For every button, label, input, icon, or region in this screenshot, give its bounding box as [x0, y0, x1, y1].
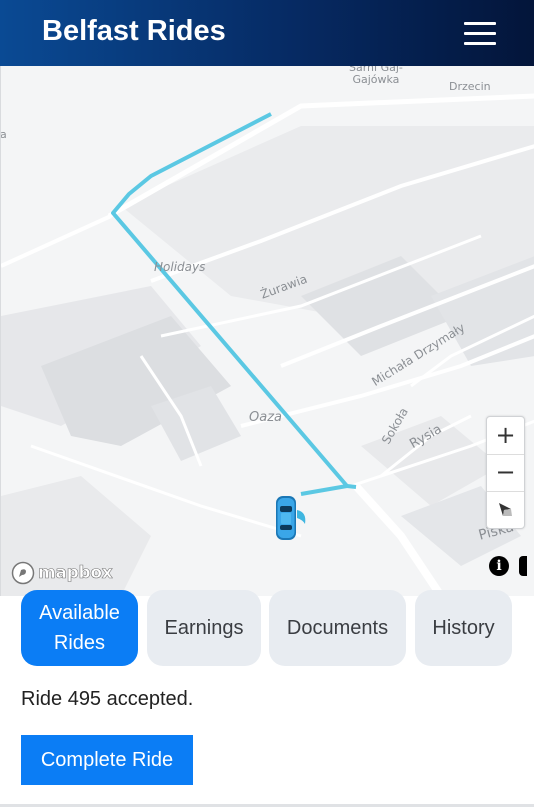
map-view[interactable]: Sarni Gaj- Gajówka Drzecin na Holidays Ż… [0, 66, 534, 596]
attribution-info-icon[interactable]: i [489, 556, 509, 576]
map-label-oaza: Oaza [249, 410, 282, 425]
mapbox-mark-icon [11, 561, 35, 585]
tab-documents[interactable]: Documents [269, 590, 406, 666]
complete-ride-button[interactable]: Complete Ride [21, 735, 193, 785]
app-title: Belfast Rides [42, 15, 226, 47]
car-icon[interactable] [273, 494, 311, 544]
map-label-holidays: Holidays [154, 260, 206, 274]
tab-earnings[interactable]: Earnings [147, 590, 261, 666]
mapbox-logo[interactable]: mapbox [11, 560, 113, 586]
tab-history[interactable]: History [415, 590, 512, 666]
compass-reset-button[interactable] [487, 491, 524, 528]
ride-status-text: Ride 495 accepted. [21, 688, 194, 710]
zoom-out-button[interactable]: − [487, 454, 524, 491]
tab-available-rides[interactable]: Available Rides [21, 590, 138, 666]
mapbox-wordmark: mapbox [38, 563, 113, 584]
map-label-drzecin: Drzecin [449, 80, 491, 93]
map-label-edge: na [0, 128, 7, 141]
tab-bar: Available Rides Earnings Documents Histo… [0, 588, 534, 668]
map-label-sarni: Sarni Gaj- Gajówka [349, 66, 403, 86]
compass-icon [499, 503, 512, 516]
zoom-in-button[interactable]: + [487, 417, 524, 454]
map-zoom-controls: + − [486, 416, 525, 529]
attribution-toggle[interactable] [519, 556, 527, 576]
app-header: Belfast Rides [0, 0, 534, 66]
hamburger-menu-icon[interactable] [462, 20, 498, 48]
